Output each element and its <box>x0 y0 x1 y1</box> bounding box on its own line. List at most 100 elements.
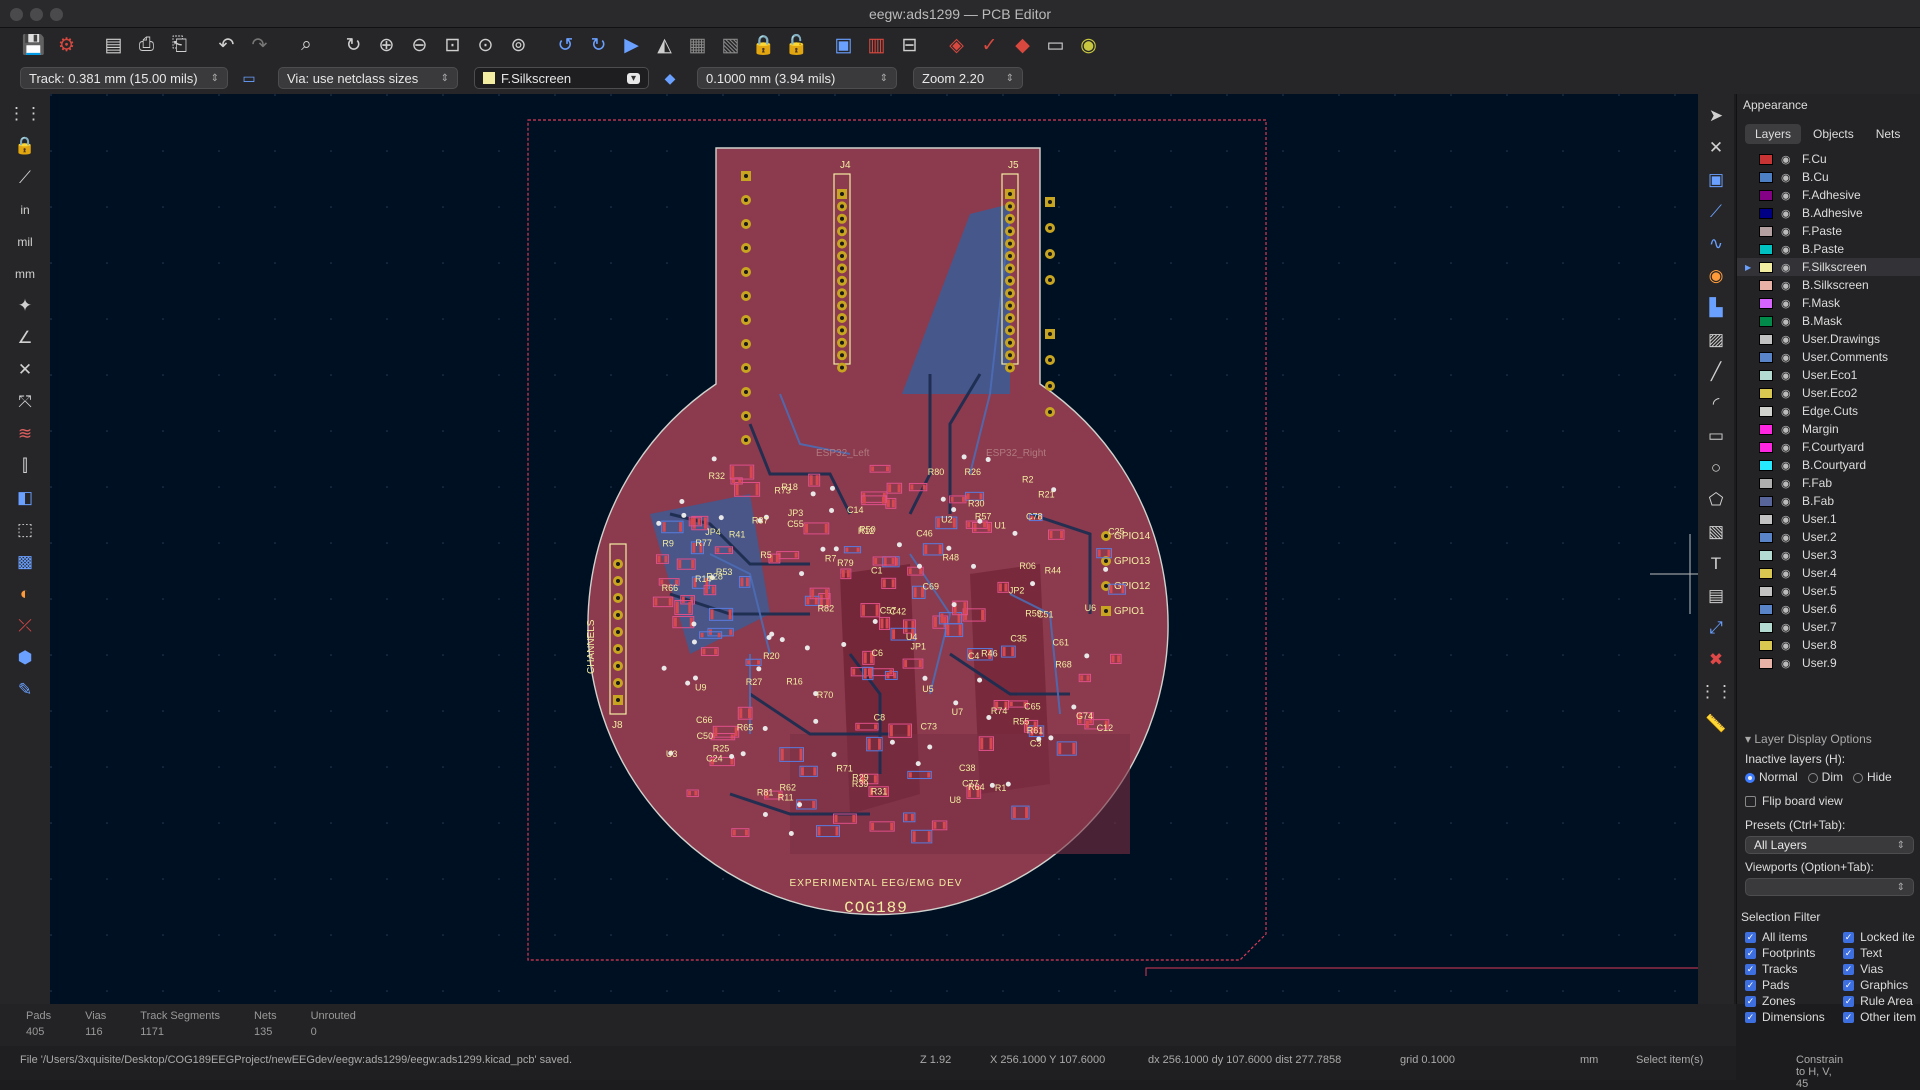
via[interactable] <box>915 761 921 767</box>
smd-pad[interactable] <box>694 790 698 796</box>
smd-pad[interactable] <box>904 620 908 633</box>
via[interactable] <box>1030 581 1036 587</box>
smd-pad[interactable] <box>922 484 926 490</box>
net-highlight-icon[interactable]: ◐ <box>10 580 40 608</box>
smd-pad[interactable] <box>904 813 908 821</box>
eye-icon[interactable]: ◉ <box>1781 567 1797 580</box>
via[interactable] <box>766 635 772 641</box>
smd-pad[interactable] <box>910 813 914 821</box>
smd-pad[interactable] <box>910 484 914 490</box>
layer-row[interactable]: ◉ F.Cu <box>1737 150 1920 168</box>
layer-row[interactable]: ◉ F.Fab <box>1737 474 1920 492</box>
smd-pad[interactable] <box>705 586 709 594</box>
properties-icon[interactable]: ✎ <box>10 676 40 704</box>
eye-icon[interactable]: ◉ <box>1781 549 1797 562</box>
layer-row[interactable]: ◉ B.Fab <box>1737 492 1920 510</box>
layer-row[interactable]: ◉ User.6 <box>1737 600 1920 618</box>
layer-color-swatch[interactable] <box>1759 333 1773 345</box>
via[interactable] <box>692 675 698 681</box>
smd-pad[interactable] <box>967 522 971 528</box>
redo-icon[interactable]: ↷ <box>246 32 273 59</box>
smd-pad[interactable] <box>813 767 817 776</box>
layer-color-swatch[interactable] <box>1759 189 1773 201</box>
schematic-icon[interactable]: ◆ <box>1009 32 1036 59</box>
smd-pad[interactable] <box>675 601 679 614</box>
add-rule-area-icon[interactable]: ▨ <box>1702 326 1730 354</box>
layer-row[interactable]: ◉ User.4 <box>1737 564 1920 582</box>
flip-board-checkbox[interactable]: Flip board view <box>1737 794 1920 808</box>
smd-pad[interactable] <box>739 708 743 719</box>
layer-row[interactable]: ◉ B.Paste <box>1737 240 1920 258</box>
smd-pad[interactable] <box>952 518 956 528</box>
layer-color-swatch[interactable] <box>1759 261 1773 273</box>
layer-display-options-toggle[interactable]: ▾ Layer Display Options <box>1737 732 1920 746</box>
smd-pad[interactable] <box>936 518 940 528</box>
via[interactable] <box>756 666 762 672</box>
smd-pad[interactable] <box>678 560 682 569</box>
add-footprint-icon[interactable]: ▣ <box>1702 166 1730 194</box>
flip-icon[interactable]: ▶ <box>618 32 645 59</box>
smd-pad[interactable] <box>867 738 871 750</box>
via[interactable] <box>1103 566 1109 572</box>
inactive-hide-radio[interactable]: Hide <box>1853 770 1892 784</box>
smd-pad[interactable] <box>874 557 878 565</box>
filter-checkbox[interactable]: ✓ All items <box>1745 930 1843 946</box>
smd-pad[interactable] <box>933 617 937 628</box>
smd-pad[interactable] <box>809 475 813 486</box>
smd-pad[interactable] <box>728 609 732 620</box>
smd-pad[interactable] <box>1109 585 1113 594</box>
pcb-canvas[interactable]: J4 J5 ESP32_Left ESP32_Right CHANNELS J8… <box>50 94 1698 1004</box>
smd-pad[interactable] <box>878 738 882 750</box>
layer-color-swatch[interactable] <box>1759 351 1773 363</box>
layer-row[interactable]: ◉ F.Mask <box>1737 294 1920 312</box>
page-settings-icon[interactable]: ▤ <box>100 32 127 59</box>
via[interactable] <box>872 619 878 625</box>
via[interactable] <box>841 641 847 647</box>
smd-pad[interactable] <box>890 822 894 831</box>
filter-checkbox[interactable]: ✓ Dimensions <box>1745 1010 1843 1026</box>
layer-row[interactable]: ◉ Edge.Cuts <box>1737 402 1920 420</box>
grid-origin-icon[interactable]: ⋮⋮ <box>1699 678 1733 706</box>
via[interactable] <box>788 830 794 836</box>
unlock-icon[interactable]: 🔓 <box>783 32 810 59</box>
undo-icon[interactable]: ↶ <box>213 32 240 59</box>
eye-icon[interactable]: ◉ <box>1781 261 1797 274</box>
smd-pad[interactable] <box>882 496 886 504</box>
smd-pad[interactable] <box>1012 807 1016 818</box>
ratsnest-icon[interactable]: ✕ <box>10 356 40 384</box>
drc-icon[interactable]: ✓ <box>976 32 1003 59</box>
eye-icon[interactable]: ◉ <box>1781 351 1797 364</box>
smd-pad[interactable] <box>892 629 896 640</box>
curved-ratsnest-icon[interactable]: ⤧ <box>10 388 40 416</box>
smd-pad[interactable] <box>812 800 816 809</box>
via[interactable] <box>829 485 835 491</box>
add-image-icon[interactable]: ▧ <box>1702 518 1730 546</box>
inactive-normal-radio[interactable]: Normal <box>1745 770 1798 784</box>
layer-color-swatch[interactable] <box>1759 459 1773 471</box>
group-icon[interactable]: ▦ <box>684 32 711 59</box>
eye-icon[interactable]: ◉ <box>1781 333 1797 346</box>
pad-display-icon[interactable]: ⫿ <box>10 452 40 480</box>
via[interactable] <box>820 546 826 552</box>
smd-pad[interactable] <box>755 483 759 496</box>
layer-color-swatch[interactable] <box>1759 531 1773 543</box>
via[interactable] <box>691 639 697 645</box>
smd-pad[interactable] <box>989 737 993 750</box>
eye-icon[interactable]: ◉ <box>1781 657 1797 670</box>
via[interactable] <box>718 515 724 521</box>
eye-icon[interactable]: ◉ <box>1781 513 1797 526</box>
smd-pad[interactable] <box>731 466 735 479</box>
local-ratsnest-icon[interactable]: ✕ <box>1702 134 1730 162</box>
mil-units-icon[interactable]: mil <box>10 228 40 256</box>
smd-pad[interactable] <box>1086 675 1090 681</box>
smd-pad[interactable] <box>1009 701 1013 707</box>
measure-icon[interactable]: 📏 <box>1702 710 1730 738</box>
via[interactable] <box>831 751 837 757</box>
layer-color-swatch[interactable] <box>1759 477 1773 489</box>
smd-pad[interactable] <box>1004 583 1008 592</box>
smd-pad[interactable] <box>1011 647 1015 657</box>
via[interactable] <box>762 812 768 818</box>
eye-icon[interactable]: ◉ <box>1781 639 1797 652</box>
eye-icon[interactable]: ◉ <box>1781 387 1797 400</box>
smd-pad[interactable] <box>863 652 867 664</box>
